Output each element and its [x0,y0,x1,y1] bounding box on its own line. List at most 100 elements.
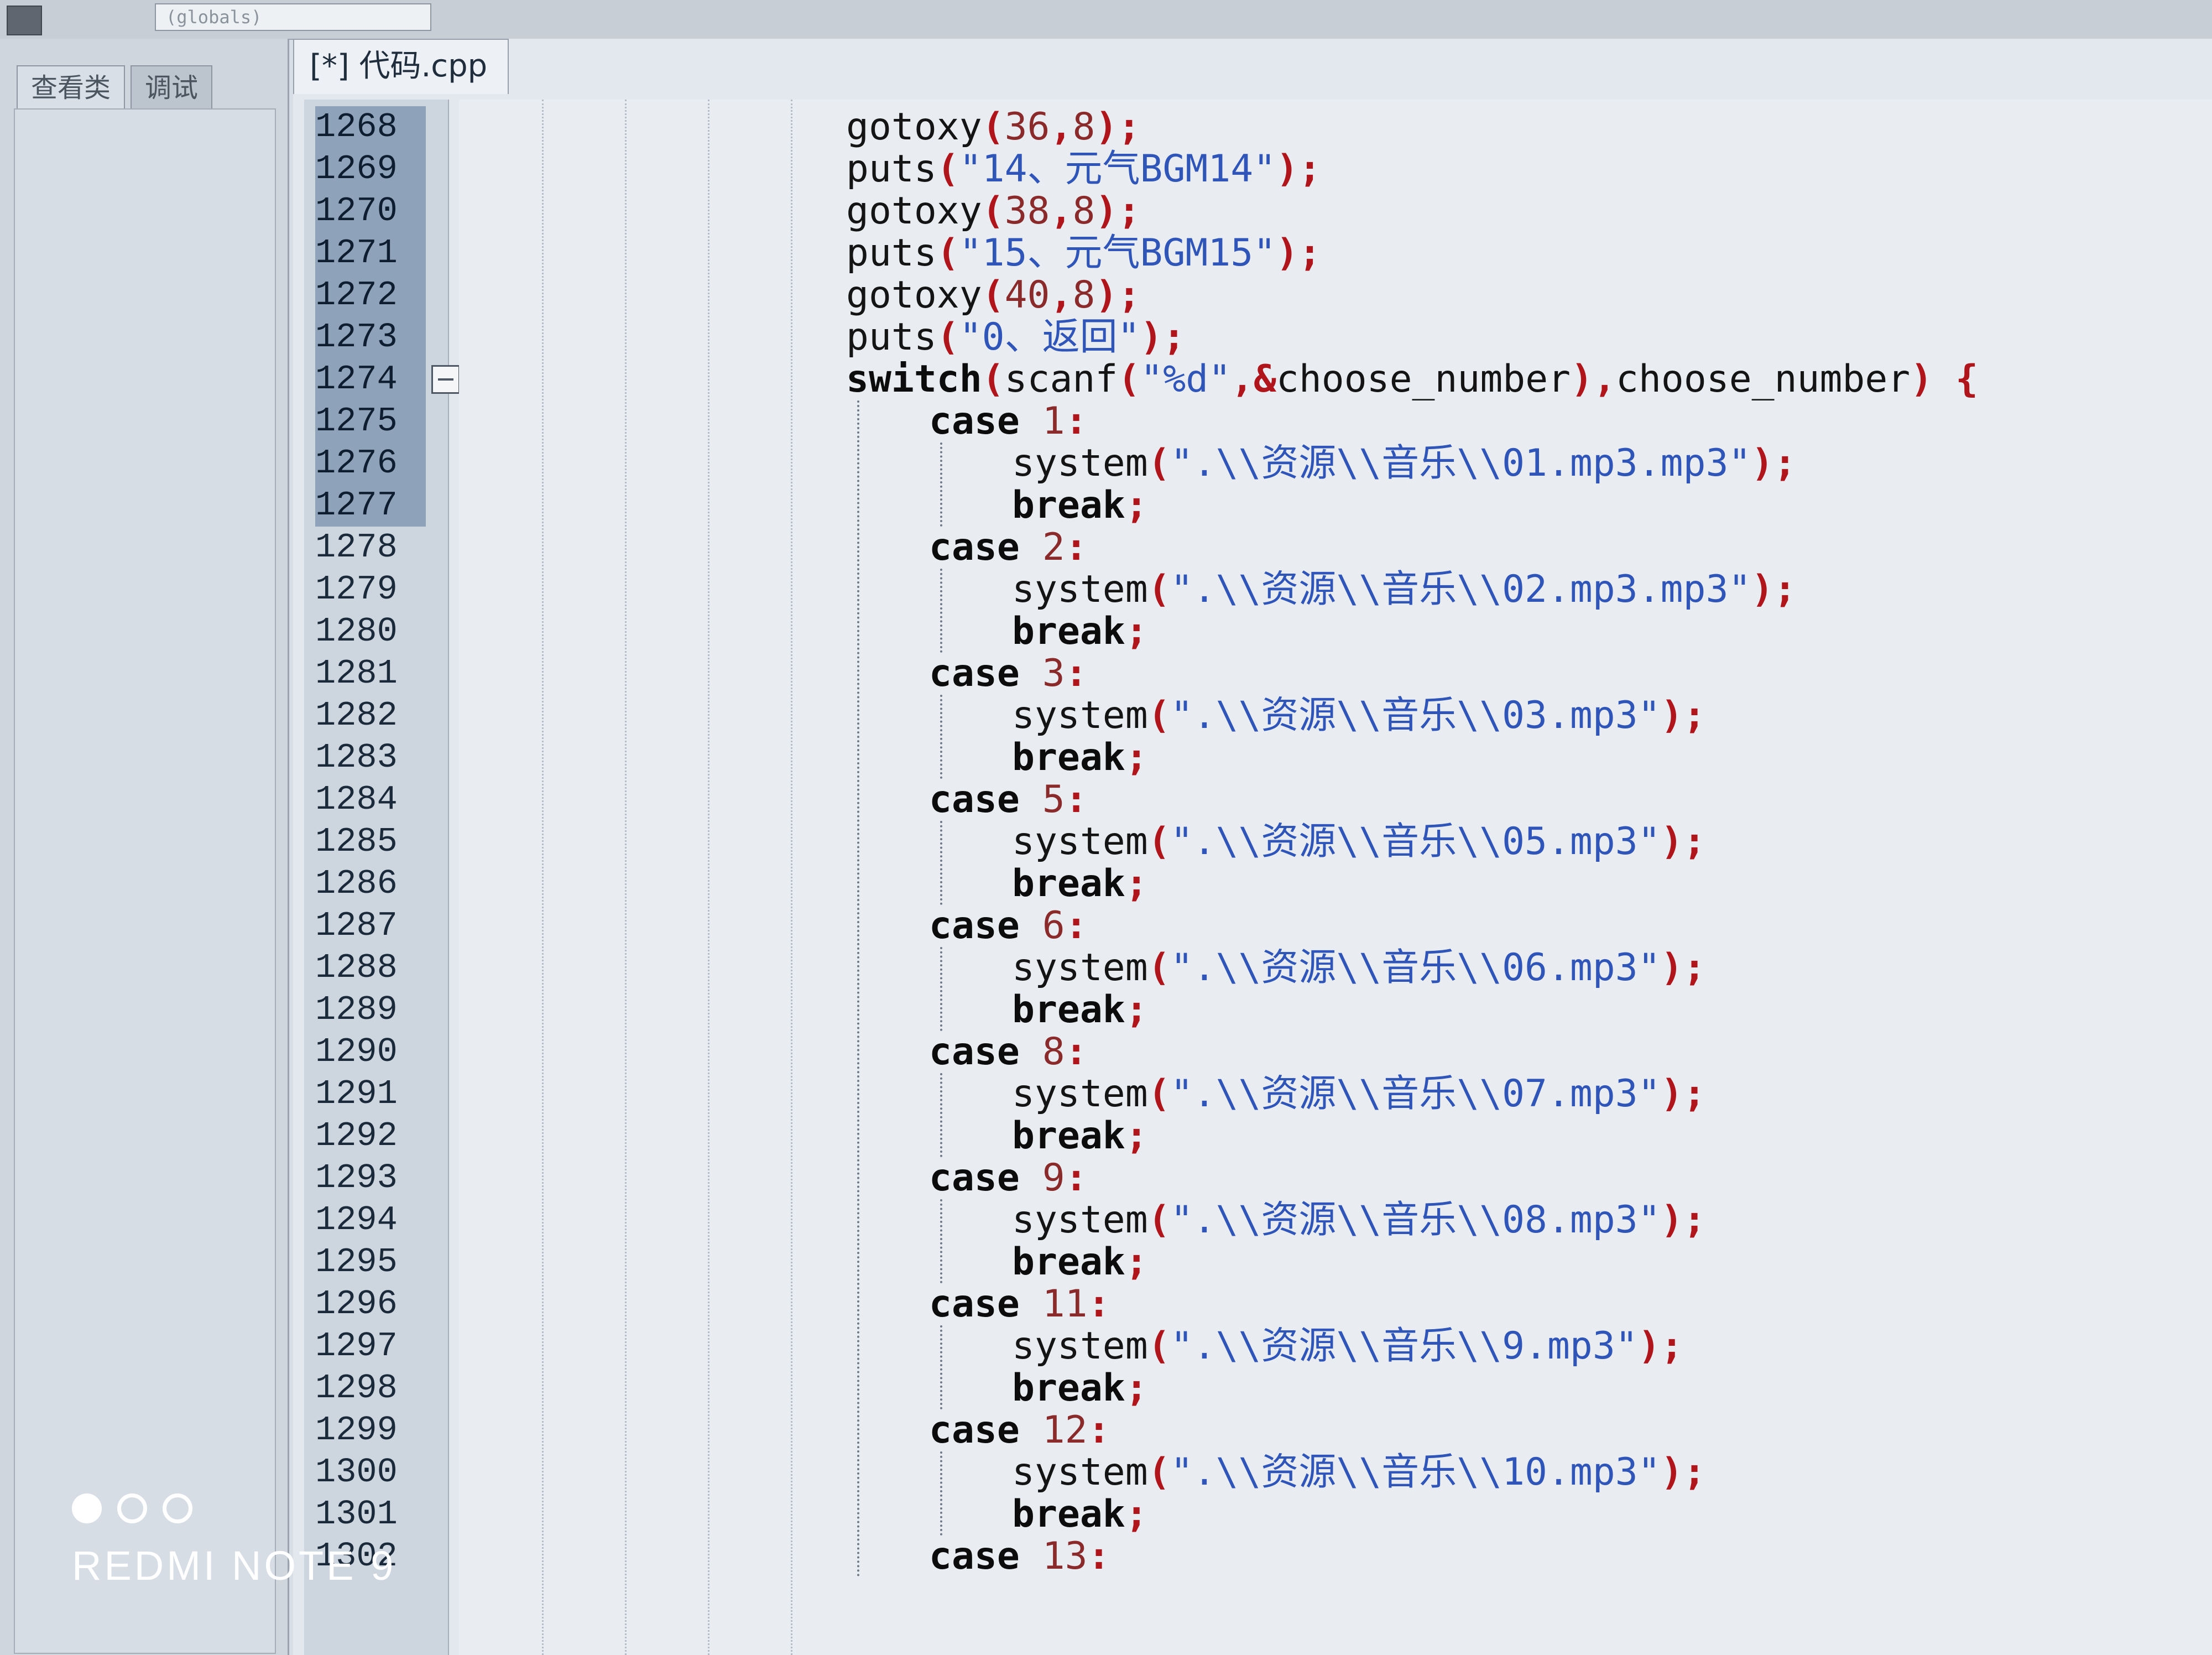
indent-guide [625,100,627,1655]
line-number[interactable]: 1276 [315,443,426,485]
code-token: ); [1751,441,1797,485]
line-number[interactable]: 1294 [315,1199,426,1241]
code-token: ); [1660,1198,1706,1242]
code-line: system(".\\资源\\音乐\\05.mp3"); [1012,821,1706,863]
tab-debug[interactable]: 调试 [131,65,213,108]
code-token: ( [1147,1324,1171,1368]
code-token: break [1012,862,1125,905]
code-token: : [1087,1534,1110,1578]
code-token: ( [1147,441,1171,485]
code-line: puts("0、返回"); [846,316,1185,358]
code-text-area[interactable]: gotoxy(36,8); puts("14、元气BGM14"); gotoxy(3… [459,100,2212,1655]
code-token: break [1012,988,1125,1032]
code-token: ; [1125,483,1148,527]
line-number[interactable]: 1289 [315,989,426,1031]
camera-watermark: REDMI NOTE 9 [72,1493,396,1589]
line-number[interactable]: 1278 [315,527,426,569]
code-token: case [929,1534,1042,1578]
line-number[interactable]: 1286 [315,863,426,905]
code-token: ( [936,147,959,191]
code-token: ); [1140,315,1186,359]
code-token: break [1012,610,1125,653]
line-number[interactable]: 1270 [315,190,426,232]
code-token: case [929,652,1042,695]
code-token: 40 [1004,273,1050,317]
line-number[interactable]: 1298 [315,1367,426,1409]
code-token: ( [1147,694,1171,737]
class-browser[interactable] [14,108,276,1654]
code-token: ".\\资源\\音乐\\10.mp3" [1170,1450,1661,1494]
code-line: case 1: [929,400,1088,443]
code-token: 38 [1004,189,1050,233]
code-token: break [1012,1114,1125,1158]
left-panel: 查看类 调试 [0,39,289,1655]
code-token: ; [1125,610,1148,653]
code-token: 12 [1042,1408,1088,1452]
line-number[interactable]: 1288 [315,947,426,989]
line-number[interactable]: 1277 [315,485,426,527]
line-number[interactable]: 1297 [315,1325,426,1367]
code-token: ); [1660,820,1706,863]
line-number[interactable]: 1284 [315,779,426,821]
code-token: ); [1095,189,1141,233]
fold-collapse-icon[interactable] [431,365,460,394]
code-line: case 5: [929,779,1088,821]
line-number[interactable]: 1274 [315,358,426,400]
code-line: puts("15、元气BGM15"); [846,232,1321,274]
line-number[interactable]: 1291 [315,1073,426,1115]
line-number[interactable]: 1275 [315,400,426,443]
line-number[interactable]: 1281 [315,653,426,695]
code-line: system(".\\资源\\音乐\\01.mp3.mp3"); [1012,443,1796,485]
code-line: break; [1012,989,1148,1031]
code-token: ( [1147,946,1171,990]
block-guide [940,695,942,779]
code-token: ".\\资源\\音乐\\01.mp3.mp3" [1170,441,1751,485]
line-number[interactable]: 1299 [315,1409,426,1451]
code-token: "14、元气BGM14" [959,147,1276,191]
line-number[interactable]: 1272 [315,274,426,316]
code-token: ( [982,105,1005,149]
code-token: : [1065,1030,1088,1074]
panel-toggle-icon[interactable] [7,6,42,35]
block-guide [940,821,942,905]
file-tab[interactable]: [*] 代码.cpp [293,39,509,94]
tab-classes[interactable]: 查看类 [17,65,126,108]
code-token: "0、返回" [959,315,1140,359]
line-number[interactable]: 1300 [315,1451,426,1493]
line-number[interactable]: 1292 [315,1115,426,1157]
code-token: , [1050,105,1073,149]
code-token: break [1012,1366,1125,1410]
code-token: 8 [1072,189,1095,233]
line-number[interactable]: 1283 [315,737,426,779]
code-token: case [929,1156,1042,1200]
code-token: ); [1095,105,1141,149]
line-number[interactable]: 1293 [315,1157,426,1199]
line-number[interactable]: 1273 [315,316,426,358]
code-token: ); [1751,568,1797,611]
code-token: system [1012,946,1148,990]
block-guide [940,1199,942,1283]
code-line: puts("14、元气BGM14"); [846,148,1321,190]
code-token: ); [1276,231,1322,275]
scope-combobox[interactable]: (globals) [155,3,431,31]
line-number[interactable]: 1287 [315,905,426,947]
line-number[interactable]: 1295 [315,1241,426,1283]
line-number[interactable]: 1296 [315,1283,426,1325]
line-number[interactable]: 1280 [315,611,426,653]
code-token: 13 [1042,1534,1088,1578]
code-line: system(".\\资源\\音乐\\06.mp3"); [1012,947,1706,989]
code-line: switch(scanf("%d",&choose_number),choose… [846,358,1978,400]
line-number[interactable]: 1279 [315,569,426,611]
code-token: 8 [1042,1030,1065,1074]
code-token: ; [1125,1492,1148,1536]
code-token: ; [1125,862,1148,905]
line-number[interactable]: 1271 [315,232,426,274]
line-number[interactable]: 1269 [315,148,426,190]
line-number[interactable]: 1282 [315,695,426,737]
line-number[interactable]: 1290 [315,1031,426,1073]
line-number[interactable]: 1285 [315,821,426,863]
code-token: ; [1125,988,1148,1032]
line-number[interactable]: 1268 [315,106,426,148]
indent-guide [791,100,792,1655]
code-token: case [929,1030,1042,1074]
